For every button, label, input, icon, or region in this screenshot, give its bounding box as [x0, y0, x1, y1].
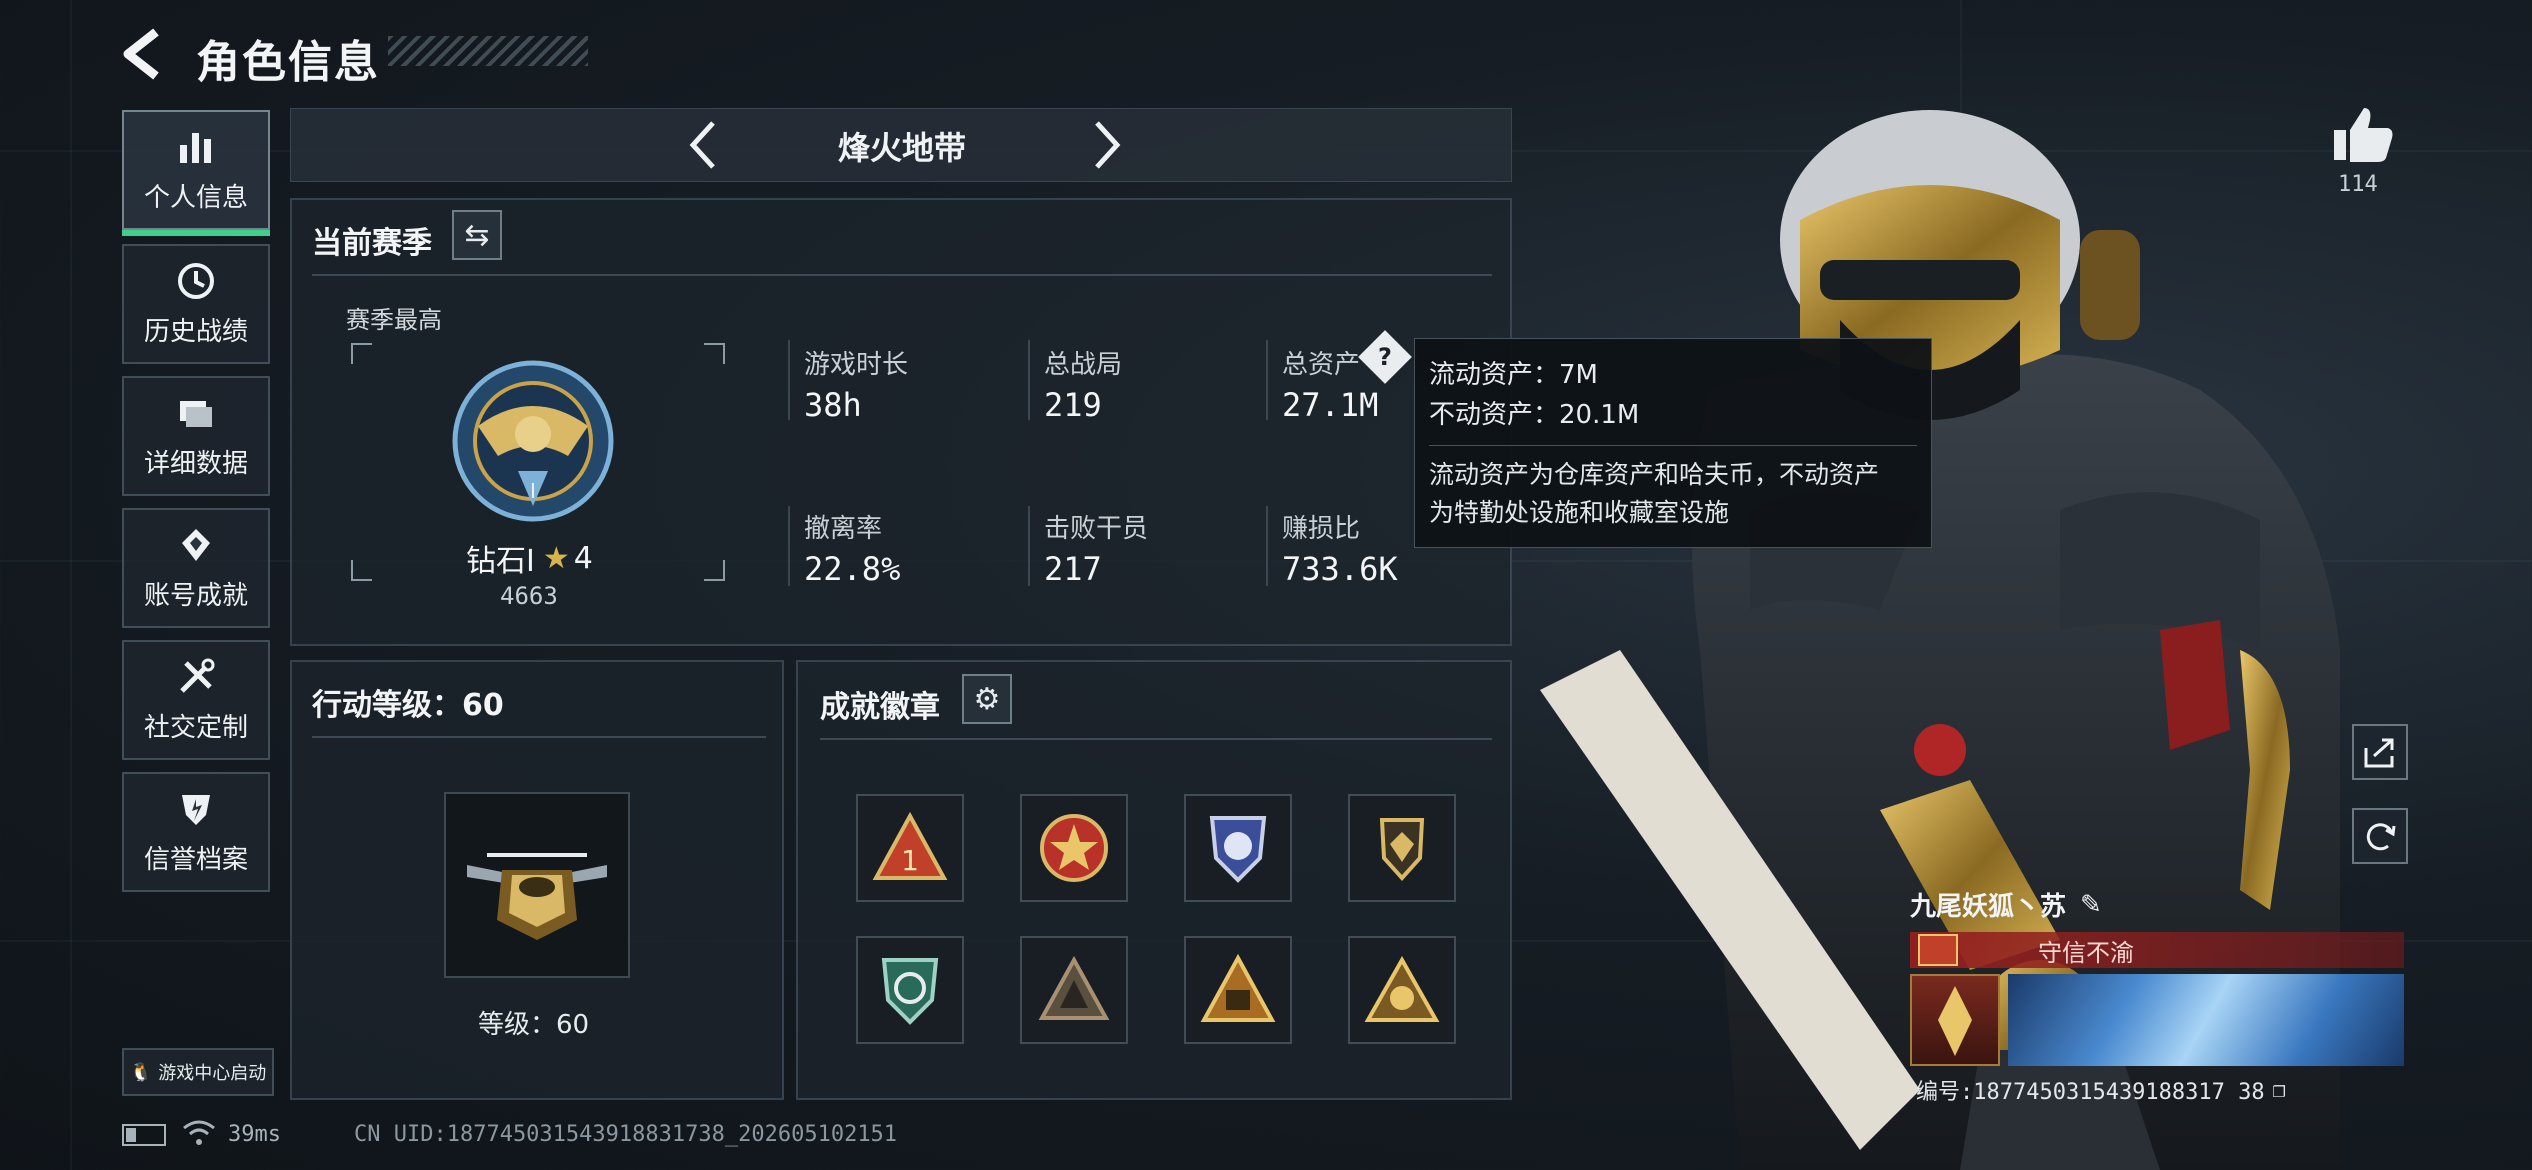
rank-score: 4663 — [500, 582, 558, 610]
reputation-tag-icon — [1918, 934, 1958, 966]
gear-icon: ⚙ — [973, 681, 1001, 717]
bar-chart-icon — [174, 127, 218, 167]
stat-kills-value: 217 — [1044, 550, 1102, 588]
achievement-badge[interactable] — [1020, 794, 1128, 902]
stat-profit-ratio-label: 赚损比 — [1282, 514, 1361, 544]
medal-icon — [174, 525, 218, 565]
like-button[interactable] — [2330, 104, 2396, 164]
stat-total-matches-label: 总战局 — [1044, 350, 1123, 380]
stat-total-assets-value: 27.1M — [1282, 386, 1379, 424]
game-center-launch-button[interactable]: 🐧 游戏中心启动 — [122, 1048, 274, 1096]
share-button[interactable] — [2352, 724, 2408, 780]
stat-profit-ratio-value: 733.6K — [1282, 550, 1398, 588]
svg-text:1: 1 — [901, 844, 919, 877]
sidebar-item-label: 账号成就 — [143, 580, 248, 611]
qq-icon: 🐧 — [129, 1061, 153, 1083]
refresh-icon — [2366, 823, 2396, 851]
folder-icon — [174, 393, 218, 433]
season-best-label: 赛季最高 — [346, 306, 442, 334]
stat-total-matches-value: 219 — [1044, 386, 1102, 424]
tooltip-description-line1: 流动资产为仓库资产和哈夫币，不动资产 — [1429, 460, 1880, 489]
divider — [312, 274, 1492, 276]
title-decoration — [388, 36, 588, 66]
like-count: 114 — [2338, 172, 2378, 197]
player-name-row: 九尾妖狐丶苏 ✎ — [1910, 886, 2102, 923]
ping-text: 39ms — [228, 1122, 281, 1147]
stat-kills-label: 击败干员 — [1044, 514, 1149, 544]
sidebar-item-label: 详细数据 — [143, 448, 248, 479]
achievement-badge[interactable] — [1020, 936, 1128, 1044]
sidebar-item-reputation[interactable]: 信誉档案 — [122, 772, 270, 892]
player-banner — [2008, 974, 2404, 1066]
edit-name-icon[interactable]: ✎ — [2080, 890, 2102, 920]
achievement-badge[interactable] — [1348, 794, 1456, 902]
back-button[interactable] — [116, 26, 176, 82]
achievement-badge[interactable] — [856, 936, 964, 1044]
achievement-badge[interactable] — [1184, 794, 1292, 902]
rank-title: 钻石Ⅰ ★ 4 — [466, 536, 593, 580]
map-selector: 烽火地带 — [290, 108, 1512, 182]
achievements-title: 成就徽章 — [820, 690, 940, 725]
player-id-row: 编号:1877450315439188317 38 ❐ — [1916, 1074, 2286, 1106]
game-center-launch-label: 游戏中心启动 — [158, 1063, 267, 1084]
sidebar-item-label: 社交定制 — [143, 712, 248, 743]
stat-total-assets-label: 总资产 — [1282, 350, 1361, 380]
sidebar-item-detailed-data[interactable]: 详细数据 — [122, 376, 270, 496]
clock-icon — [174, 261, 218, 301]
diamond-rank-icon: I — [448, 356, 618, 526]
switch-season-button[interactable]: ⇆ — [452, 210, 502, 260]
stat-extraction-rate-value: 22.8% — [804, 550, 901, 588]
achievement-badge[interactable] — [1184, 936, 1292, 1044]
player-emblem — [1910, 974, 2000, 1066]
battery-icon — [122, 1124, 166, 1146]
achievement-badge[interactable]: 1 — [856, 794, 964, 902]
assets-tooltip: 流动资产：7M 不动资产：20.1M 流动资产为仓库资产和哈夫币，不动资产 为特… — [1414, 338, 1932, 548]
sidebar-item-label: 信誉档案 — [143, 844, 248, 875]
shield-icon — [174, 789, 218, 829]
page-title: 角色信息 — [196, 37, 380, 88]
sidebar-item-history[interactable]: 历史战绩 — [122, 244, 270, 364]
action-level-title: 行动等级：60 — [312, 688, 504, 723]
copy-icon[interactable]: ❐ — [2273, 1078, 2286, 1103]
action-level-text: 等级：60 — [478, 1010, 590, 1040]
tooltip-description-line2: 为特勤处设施和收藏室设施 — [1429, 498, 1730, 527]
star-icon: ★ — [542, 540, 570, 576]
liquid-assets-text: 流动资产：7M — [1429, 360, 1598, 390]
thumbs-up-icon — [2334, 108, 2393, 162]
reputation-tag-text: 守信不渝 — [2038, 938, 2134, 967]
stat-play-time-label: 游戏时长 — [804, 350, 909, 380]
player-id: 编号:1877450315439188317 38 — [1916, 1080, 2265, 1105]
sidebar-item-label: 历史战绩 — [143, 316, 248, 347]
svg-text:I: I — [530, 479, 536, 503]
player-name: 九尾妖狐丶苏 — [1910, 892, 2067, 922]
stat-extraction-rate-label: 撤离率 — [804, 514, 883, 544]
reputation-tag: 守信不渝 — [1910, 932, 2404, 968]
map-name: 烽火地带 — [837, 129, 966, 167]
fixed-assets-text: 不动资产：20.1M — [1429, 400, 1640, 430]
wifi-icon — [182, 1118, 216, 1155]
sidebar-item-personal-info[interactable]: 个人信息 — [122, 110, 270, 236]
next-map-button[interactable] — [1077, 117, 1133, 173]
help-icon-glyph: ? — [1378, 343, 1392, 371]
refresh-button[interactable] — [2352, 808, 2408, 864]
sidebar-item-achievements[interactable]: 账号成就 — [122, 508, 270, 628]
helicopter-level-icon — [444, 792, 630, 978]
season-title: 当前赛季 — [312, 226, 432, 261]
uid-text: CN UID:18774503154391883​1738_2026051021… — [354, 1122, 898, 1147]
achievements-settings-button[interactable]: ⚙ — [962, 674, 1012, 724]
sidebar-item-social[interactable]: 社交定制 — [122, 640, 270, 760]
rank-stars: 4 — [573, 540, 593, 576]
share-icon — [2364, 738, 2394, 768]
achievement-badge[interactable] — [1348, 936, 1456, 1044]
sidebar-item-label: 个人信息 — [143, 182, 248, 213]
swap-icon: ⇆ — [464, 217, 490, 253]
stat-play-time-value: 38h — [804, 386, 862, 424]
tools-icon — [174, 657, 218, 697]
rank-name: 钻石Ⅰ — [466, 544, 535, 579]
